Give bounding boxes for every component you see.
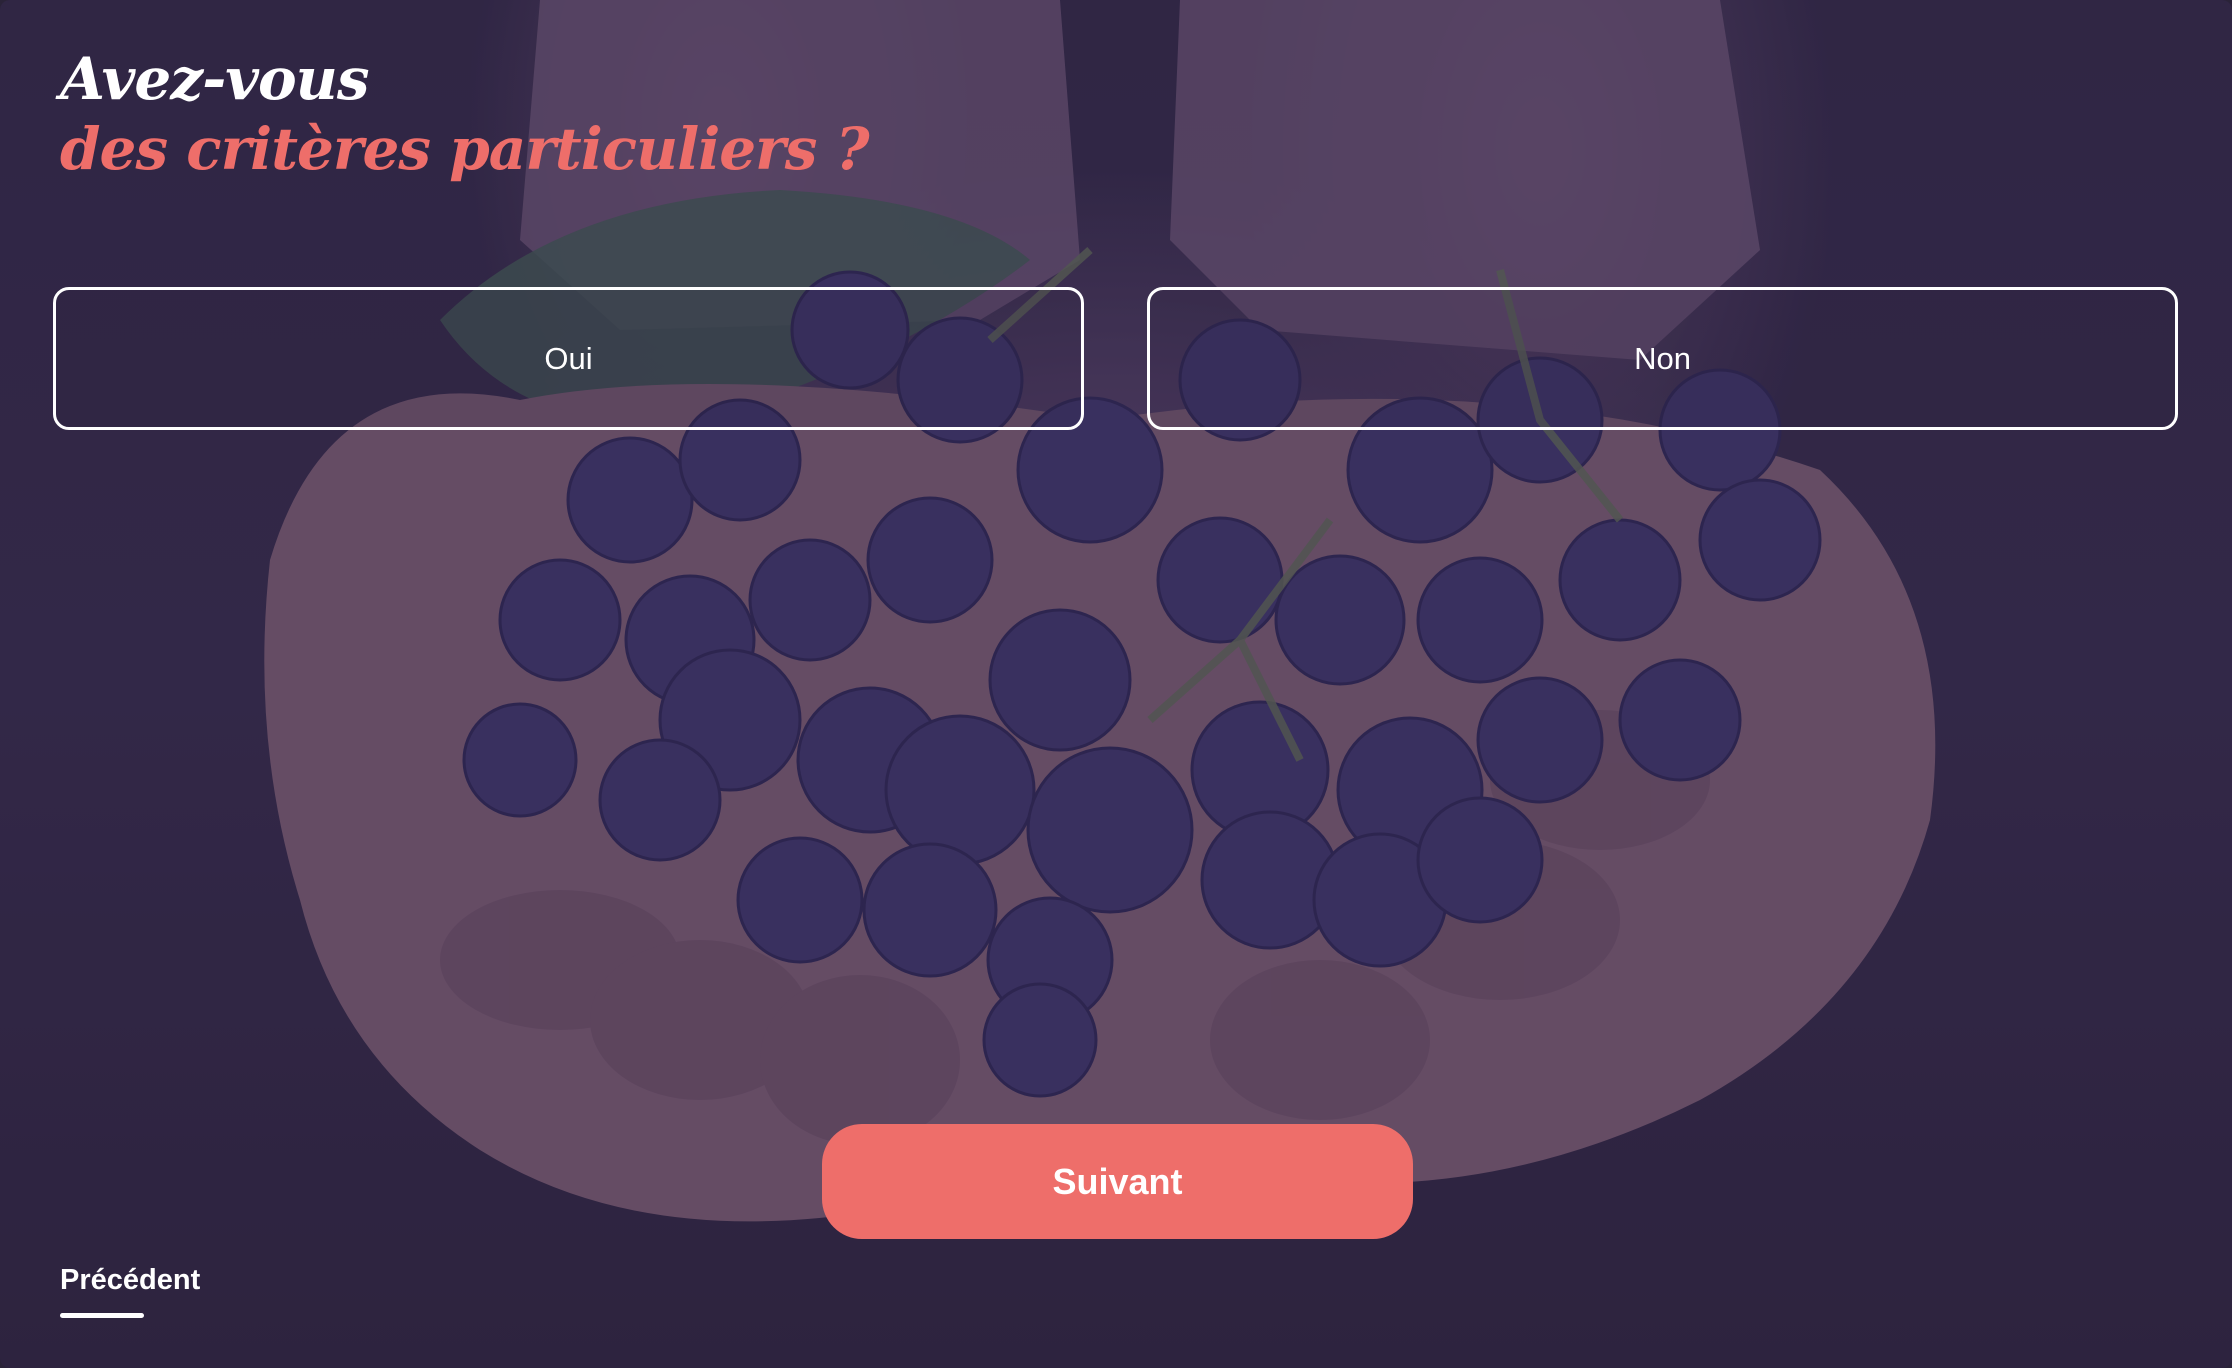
question-heading-line1: Avez-vous <box>60 45 369 113</box>
option-oui-label: Oui <box>544 340 593 376</box>
option-non-button[interactable]: Non <box>1147 287 2178 430</box>
option-non-label: Non <box>1634 340 1691 376</box>
option-oui-button[interactable]: Oui <box>53 287 1084 430</box>
previous-link[interactable]: Précédent <box>60 1264 200 1297</box>
question-heading-line2: des critères particuliers ? <box>60 115 870 183</box>
next-button-label: Suivant <box>1052 1160 1183 1202</box>
previous-link-underline <box>60 1313 144 1318</box>
next-button[interactable]: Suivant <box>822 1124 1413 1239</box>
questionnaire-screen: Avez-vous des critères particuliers ? Ou… <box>0 0 2232 1368</box>
question-heading: Avez-vous des critères particuliers ? <box>60 44 870 184</box>
